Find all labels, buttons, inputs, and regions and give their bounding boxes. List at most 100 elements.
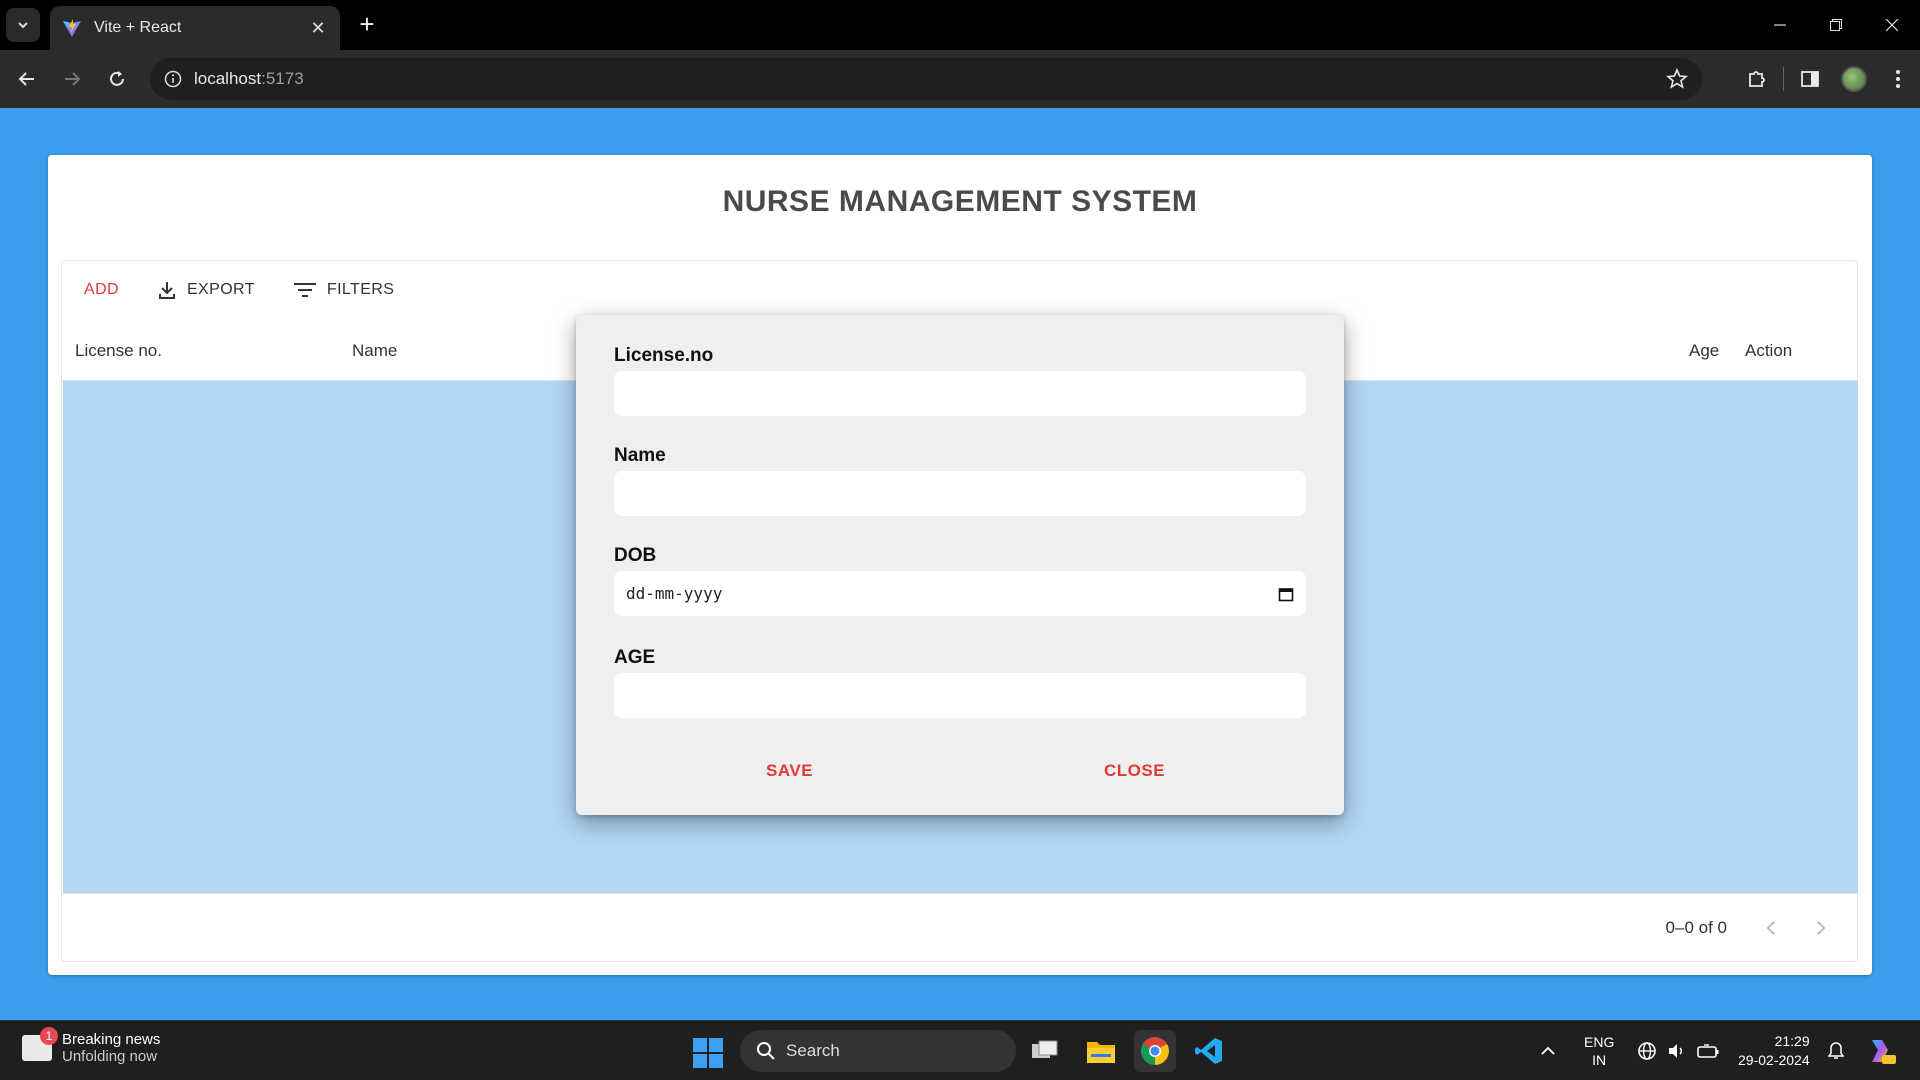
export-button[interactable]: EXPORT bbox=[149, 272, 263, 308]
back-button[interactable] bbox=[11, 63, 43, 95]
column-header-action[interactable]: Action bbox=[1745, 341, 1792, 361]
news-widget[interactable]: 1 Breaking news Unfolding now bbox=[22, 1027, 161, 1065]
export-button-label: EXPORT bbox=[186, 281, 255, 298]
vscode-taskbar-button[interactable] bbox=[1188, 1030, 1230, 1072]
url-host: localhost bbox=[194, 69, 262, 88]
dob-label: DOB bbox=[614, 545, 657, 566]
extensions-button[interactable] bbox=[1735, 57, 1779, 101]
column-header-license[interactable]: License no. bbox=[75, 341, 162, 361]
language-region: IN bbox=[1592, 1052, 1607, 1068]
bookmark-star-icon[interactable] bbox=[1666, 68, 1688, 90]
nurse-form-dialog: License.no Name DOB dd-mm-yyyy AGE SAVE … bbox=[576, 315, 1344, 815]
task-view-icon bbox=[1032, 1040, 1058, 1058]
menu-button[interactable] bbox=[1876, 57, 1920, 101]
address-bar[interactable]: localhost:5173 bbox=[150, 58, 1702, 100]
file-explorer-button[interactable] bbox=[1080, 1030, 1122, 1072]
dob-date-input[interactable]: dd-mm-yyyy bbox=[614, 571, 1306, 616]
notifications-button[interactable] bbox=[1826, 1021, 1846, 1080]
age-label: AGE bbox=[614, 647, 656, 668]
calendar-icon[interactable] bbox=[1278, 586, 1294, 602]
previous-page-button[interactable] bbox=[1755, 912, 1787, 944]
clock-time: 21:29 bbox=[1774, 1033, 1810, 1049]
toolbar-right-icons bbox=[1735, 50, 1920, 108]
news-badge: 1 bbox=[40, 1027, 58, 1045]
browser-tab-active[interactable]: Vite + React ✕ bbox=[50, 6, 340, 50]
puzzle-icon bbox=[1749, 71, 1765, 87]
task-view-button[interactable] bbox=[1024, 1030, 1066, 1072]
age-input[interactable] bbox=[614, 673, 1306, 718]
tab-close-icon[interactable]: ✕ bbox=[308, 18, 328, 39]
add-button[interactable]: ADD bbox=[76, 272, 127, 308]
pagination-text: 0–0 of 0 bbox=[1665, 918, 1727, 937]
notification-bell-icon bbox=[1827, 1042, 1845, 1059]
chrome-taskbar-button[interactable] bbox=[1134, 1030, 1176, 1072]
license-input[interactable] bbox=[614, 371, 1306, 416]
chrome-icon bbox=[1141, 1037, 1169, 1065]
filters-button[interactable]: FILTERS bbox=[285, 272, 402, 308]
close-button[interactable]: CLOSE bbox=[1092, 755, 1177, 787]
close-window-button[interactable] bbox=[1864, 0, 1920, 50]
clock-date: 29-02-2024 bbox=[1738, 1052, 1810, 1068]
grid-footer: 0–0 of 0 bbox=[62, 893, 1857, 961]
tab-title: Vite + React bbox=[94, 19, 182, 36]
filters-button-label: FILTERS bbox=[326, 281, 395, 298]
chevron-left-icon bbox=[1766, 921, 1775, 935]
battery-icon bbox=[1697, 1044, 1719, 1058]
language-indicator[interactable]: ENG IN bbox=[1584, 1021, 1614, 1080]
next-page-button[interactable] bbox=[1805, 912, 1837, 944]
quick-settings[interactable] bbox=[1636, 1021, 1720, 1080]
clock[interactable]: 21:29 29-02-2024 bbox=[1738, 1021, 1810, 1080]
dob-placeholder: dd-mm-yyyy bbox=[626, 584, 723, 603]
download-icon bbox=[158, 282, 175, 299]
copilot-button[interactable] bbox=[1864, 1021, 1896, 1080]
copilot-icon bbox=[1872, 1040, 1896, 1064]
save-button[interactable]: SAVE bbox=[754, 755, 825, 787]
minimize-button[interactable] bbox=[1752, 0, 1808, 50]
page-title: NURSE MANAGEMENT SYSTEM bbox=[722, 185, 1198, 218]
start-button[interactable] bbox=[693, 1038, 723, 1068]
arrow-left-icon bbox=[18, 72, 34, 86]
volume-icon bbox=[1669, 1044, 1683, 1058]
arrow-right-icon bbox=[65, 72, 81, 86]
grid-toolbar: ADD EXPORT FILTERS bbox=[62, 261, 424, 319]
folder-icon bbox=[1087, 1042, 1115, 1063]
forward-button[interactable] bbox=[56, 63, 88, 95]
column-header-age[interactable]: Age bbox=[1689, 341, 1719, 361]
vite-logo-icon bbox=[63, 19, 81, 37]
news-subtitle: Unfolding now bbox=[62, 1048, 158, 1065]
name-input[interactable] bbox=[614, 471, 1306, 516]
toolbar-separator bbox=[1783, 67, 1784, 91]
url-port: :5173 bbox=[261, 69, 304, 88]
restore-icon bbox=[1830, 19, 1842, 31]
search-label: Search bbox=[786, 1041, 840, 1060]
search-icon bbox=[757, 1042, 775, 1060]
news-title: Breaking news bbox=[62, 1031, 161, 1048]
restore-button[interactable] bbox=[1808, 0, 1864, 50]
show-hidden-icons[interactable] bbox=[1540, 1021, 1556, 1080]
profile-button[interactable] bbox=[1832, 57, 1876, 101]
browser-toolbar: localhost:5173 bbox=[0, 50, 1920, 108]
column-header-name[interactable]: Name bbox=[352, 341, 397, 361]
side-panel-button[interactable] bbox=[1788, 57, 1832, 101]
avatar bbox=[1841, 66, 1867, 92]
license-label: License.no bbox=[614, 345, 714, 366]
network-globe-icon bbox=[1638, 1042, 1656, 1060]
chevron-up-icon bbox=[1541, 1046, 1555, 1055]
reload-icon bbox=[110, 71, 124, 86]
info-icon[interactable] bbox=[164, 70, 182, 88]
browser-tab-bar: Vite + React ✕ + bbox=[0, 0, 1920, 50]
tab-search-button[interactable] bbox=[6, 8, 40, 42]
more-vertical-icon bbox=[1896, 70, 1900, 88]
chevron-right-icon bbox=[1817, 921, 1826, 935]
new-tab-button[interactable]: + bbox=[352, 10, 382, 40]
reload-button[interactable] bbox=[101, 63, 133, 95]
taskbar-search[interactable]: Search bbox=[740, 1030, 1016, 1072]
filter-icon bbox=[293, 283, 316, 297]
close-icon bbox=[1886, 19, 1898, 31]
window-controls bbox=[1752, 0, 1920, 50]
windows-taskbar: 1 Breaking news Unfolding now Search ENG bbox=[0, 1020, 1920, 1080]
news-icon: 1 bbox=[22, 1027, 58, 1061]
language-code: ENG bbox=[1584, 1034, 1615, 1050]
vscode-icon bbox=[1195, 1038, 1222, 1064]
side-panel-icon bbox=[1801, 71, 1819, 87]
